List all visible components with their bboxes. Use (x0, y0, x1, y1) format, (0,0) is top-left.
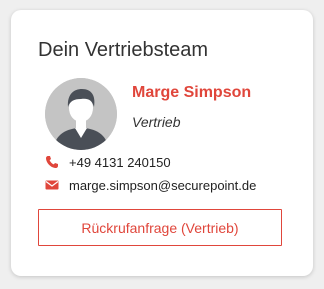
card-title: Dein Vertriebsteam (38, 39, 209, 61)
callback-request-button[interactable]: Rückrufanfrage (Vertrieb) (38, 209, 282, 246)
email-row[interactable]: marge.simpson@securepoint.de (45, 176, 256, 194)
contact-name: Marge Simpson (132, 84, 252, 101)
contact-role: Vertrieb (132, 114, 181, 130)
phone-number: +49 4131 240150 (69, 154, 171, 170)
phone-icon (45, 155, 59, 169)
person-avatar-icon (45, 78, 117, 150)
sales-team-card: Dein Vertriebsteam Marge Simpson Vertrie… (11, 10, 313, 276)
email-link[interactable]: marge.simpson@securepoint.de (69, 178, 256, 193)
phone-row[interactable]: +49 4131 240150 (45, 153, 171, 171)
envelope-icon (45, 178, 59, 192)
